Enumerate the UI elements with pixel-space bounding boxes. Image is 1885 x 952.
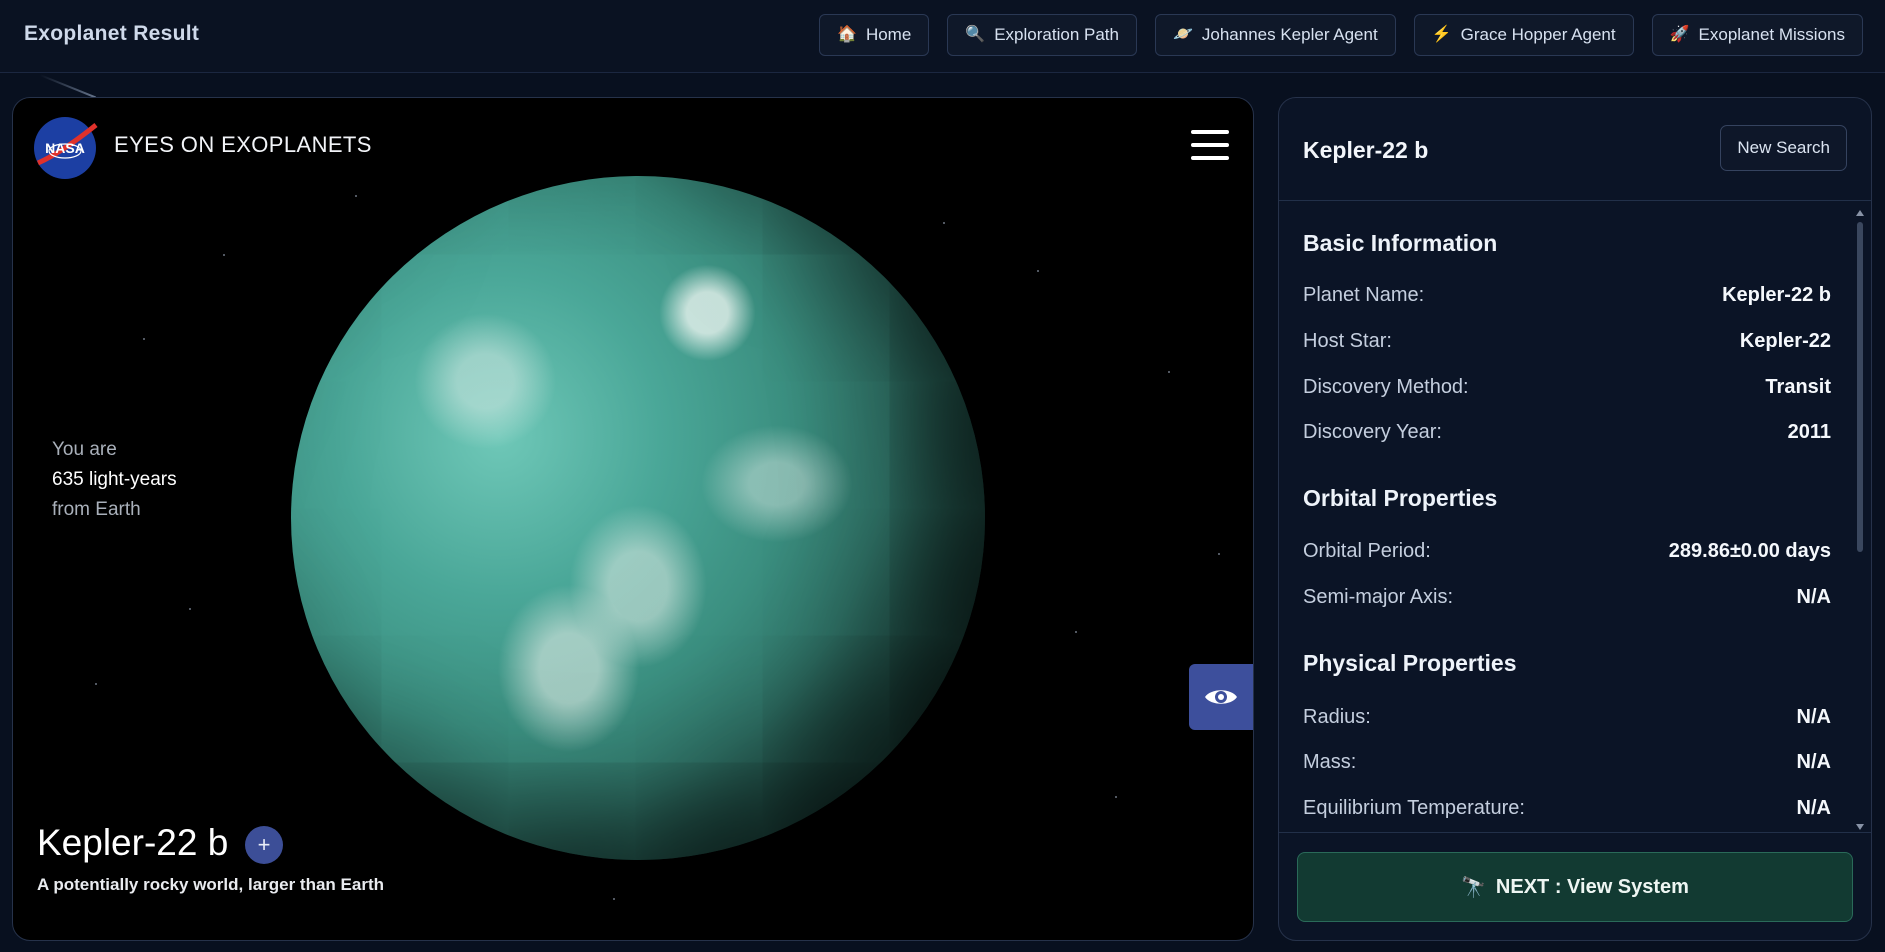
info-title: Kepler-22 b <box>1303 137 1429 163</box>
plus-button[interactable]: + <box>245 826 283 864</box>
nav-home-button[interactable]: 🏠 Home <box>819 14 930 56</box>
row-label: Mass: <box>1303 751 1357 773</box>
lightning-icon: ⚡ <box>1431 26 1452 43</box>
scroll-down-arrow-icon[interactable] <box>1856 824 1864 830</box>
hamburger-menu-icon[interactable] <box>1191 130 1229 160</box>
row-value: 2011 <box>1787 421 1831 443</box>
star <box>1037 270 1039 272</box>
planet-description: A potentially rocky world, larger than E… <box>37 875 384 894</box>
info-row: Equilibrium Temperature: N/A <box>1303 797 1831 820</box>
row-label: Discovery Method: <box>1303 376 1469 398</box>
brand-title: EYES ON EXOPLANETS <box>114 132 372 157</box>
nav-exoplanet-missions-label: Exoplanet Missions <box>1698 25 1845 44</box>
distance-readout: You are 635 light-years from Earth <box>52 435 177 525</box>
nav-exploration-path-button[interactable]: 🔍 Exploration Path <box>947 14 1137 56</box>
info-header: Kepler-22 b New Search <box>1279 98 1871 201</box>
nav-kepler-agent-label: Johannes Kepler Agent <box>1201 25 1378 44</box>
star <box>943 222 945 224</box>
star <box>189 608 191 610</box>
nav-hopper-agent-button[interactable]: ⚡ Grace Hopper Agent <box>1413 14 1634 56</box>
star <box>143 338 145 340</box>
info-scrollbar[interactable] <box>1855 210 1865 830</box>
distance-suffix: from Earth <box>52 499 141 520</box>
planet-render[interactable] <box>291 176 985 860</box>
divider <box>1279 832 1871 833</box>
view-toggle-button[interactable] <box>1189 664 1253 730</box>
row-label: Radius: <box>1303 706 1371 728</box>
row-value: N/A <box>1796 586 1831 608</box>
scroll-up-arrow-icon[interactable] <box>1856 210 1864 216</box>
planet-viewer[interactable]: NASA EYES ON EXOPLANETS You are 635 ligh… <box>12 97 1254 941</box>
planet-icon: 🪐 <box>1172 26 1193 43</box>
nasa-logo: NASA <box>34 117 98 179</box>
planet-name-title: Kepler-22 b <box>37 822 229 863</box>
section-heading-orbital: Orbital Properties <box>1303 485 1498 511</box>
row-value: N/A <box>1796 797 1831 819</box>
app-title: Exoplanet Result <box>24 22 200 45</box>
row-value: Kepler-22 <box>1739 330 1831 352</box>
info-panel: Kepler-22 b New Search Basic Information… <box>1278 97 1872 941</box>
row-value: 289.86±0.00 days <box>1668 540 1831 562</box>
distance-prefix: You are <box>52 439 117 460</box>
star <box>1168 371 1170 373</box>
house-icon: 🏠 <box>837 26 857 43</box>
row-label: Discovery Year: <box>1303 421 1442 443</box>
info-row: Radius: N/A <box>1303 706 1831 729</box>
star <box>1075 631 1077 633</box>
info-row: Semi-major Axis: N/A <box>1303 586 1831 609</box>
distance-value: 635 light-years <box>52 469 177 490</box>
next-button-label: NEXT : View System <box>1495 875 1689 898</box>
background-streak <box>39 74 97 99</box>
star <box>1218 553 1220 555</box>
nav-exoplanet-missions-button[interactable]: 🚀 Exoplanet Missions <box>1651 14 1863 56</box>
info-row: Discovery Method: Transit <box>1303 376 1831 399</box>
nav-hopper-agent-label: Grace Hopper Agent <box>1460 25 1616 44</box>
star <box>95 683 97 685</box>
info-row: Orbital Period: 289.86±0.00 days <box>1303 540 1831 563</box>
magnifier-icon: 🔍 <box>965 26 986 43</box>
row-label: Host Star: <box>1303 330 1392 352</box>
info-scroll-area[interactable]: Basic Information Planet Name: Kepler-22… <box>1303 200 1831 830</box>
section-heading-basic: Basic Information <box>1303 230 1498 256</box>
nav-home-label: Home <box>865 25 912 44</box>
info-row: Planet Name: Kepler-22 b <box>1303 284 1831 307</box>
nav-exploration-path-label: Exploration Path <box>994 25 1119 44</box>
nav-kepler-agent-button[interactable]: 🪐 Johannes Kepler Agent <box>1154 14 1396 56</box>
scroll-thumb[interactable] <box>1857 222 1863 552</box>
row-label: Planet Name: <box>1303 284 1425 306</box>
info-row: Mass: N/A <box>1303 751 1831 774</box>
row-label: Equilibrium Temperature: <box>1303 797 1525 819</box>
new-search-button[interactable]: New Search <box>1720 125 1847 171</box>
row-value: Kepler-22 b <box>1722 284 1831 306</box>
row-value: N/A <box>1796 706 1831 728</box>
row-value: Transit <box>1765 376 1831 398</box>
info-row: Host Star: Kepler-22 <box>1303 330 1831 353</box>
next-view-system-button[interactable]: 🔭 NEXT : View System <box>1297 852 1853 922</box>
star <box>355 195 357 197</box>
star <box>1115 796 1117 798</box>
telescope-icon: 🔭 <box>1461 876 1486 899</box>
row-value: N/A <box>1796 751 1831 773</box>
eye-icon <box>1205 690 1237 704</box>
row-label: Semi-major Axis: <box>1303 586 1454 608</box>
top-nav: 🏠 Home 🔍 Exploration Path 🪐 Johannes Kep… <box>819 14 1863 56</box>
top-bar: Exoplanet Result 🏠 Home 🔍 Exploration Pa… <box>0 0 1885 73</box>
star <box>613 898 615 900</box>
section-heading-physical: Physical Properties <box>1303 650 1517 676</box>
svg-text:NASA: NASA <box>45 140 85 156</box>
row-label: Orbital Period: <box>1303 540 1431 562</box>
rocket-icon: 🚀 <box>1669 26 1690 43</box>
star <box>223 254 225 256</box>
info-row: Discovery Year: 2011 <box>1303 421 1831 444</box>
